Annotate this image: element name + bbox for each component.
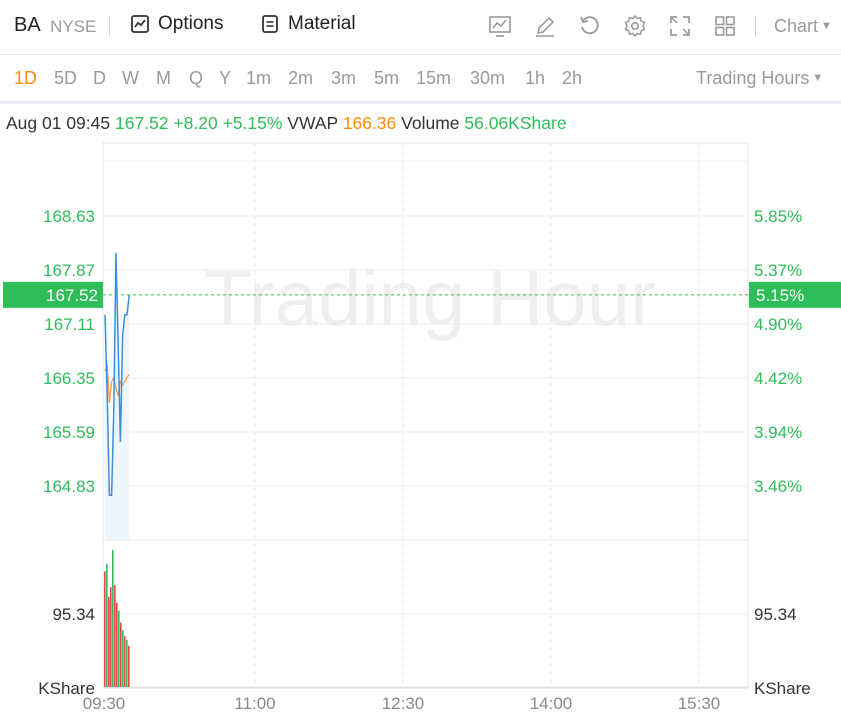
volume-tick-label: 95.34 [52, 605, 95, 624]
time-tick-label: 15:30 [678, 694, 721, 713]
price-tick-label: 165.59 [43, 423, 95, 442]
time-tick-label: 11:00 [234, 694, 275, 713]
percent-tick-label: 4.42% [754, 369, 802, 388]
percent-tick-label: 3.46% [754, 477, 802, 496]
volume-bar [128, 645, 130, 687]
percent-tick-label: 3.94% [754, 423, 802, 442]
volume-bar [124, 636, 126, 687]
percent-tick-label: 5.37% [754, 261, 802, 280]
time-tick-label: 14:00 [530, 694, 573, 713]
volume-bar [110, 587, 112, 687]
volume-bar [108, 596, 110, 687]
price-tick-label: 167.87 [43, 261, 95, 280]
time-tick-label: 09:30 [83, 694, 126, 713]
volume-unit-label: KShare [754, 679, 811, 698]
percent-tick-label: 4.90% [754, 315, 802, 334]
volume-bar [106, 563, 108, 687]
percent-tick-label: 5.85% [754, 207, 802, 226]
current-pct-label: 5.15% [756, 286, 804, 305]
price-tick-label: 166.35 [43, 369, 95, 388]
watermark-text: Trading Hour [204, 254, 656, 342]
price-tick-label: 167.11 [44, 315, 95, 334]
volume-tick-label: 95.34 [754, 605, 797, 624]
price-tick-label: 164.83 [43, 477, 95, 496]
price-tick-label: 168.63 [43, 207, 95, 226]
volume-bar [122, 630, 124, 687]
volume-bar [120, 622, 122, 687]
volume-bar [116, 602, 118, 687]
volume-bar [126, 640, 128, 687]
volume-bar [112, 550, 114, 687]
chart-frame [102, 142, 749, 688]
volume-bar [118, 610, 120, 687]
intraday-chart[interactable]: Trading Hour 168.63 167.87 167.11 166.35 165.… [0, 0, 841, 718]
time-tick-label: 12:30 [382, 694, 425, 713]
volume-bar [104, 571, 106, 687]
current-price-label: 167.52 [46, 286, 98, 305]
volume-bar [114, 585, 116, 687]
